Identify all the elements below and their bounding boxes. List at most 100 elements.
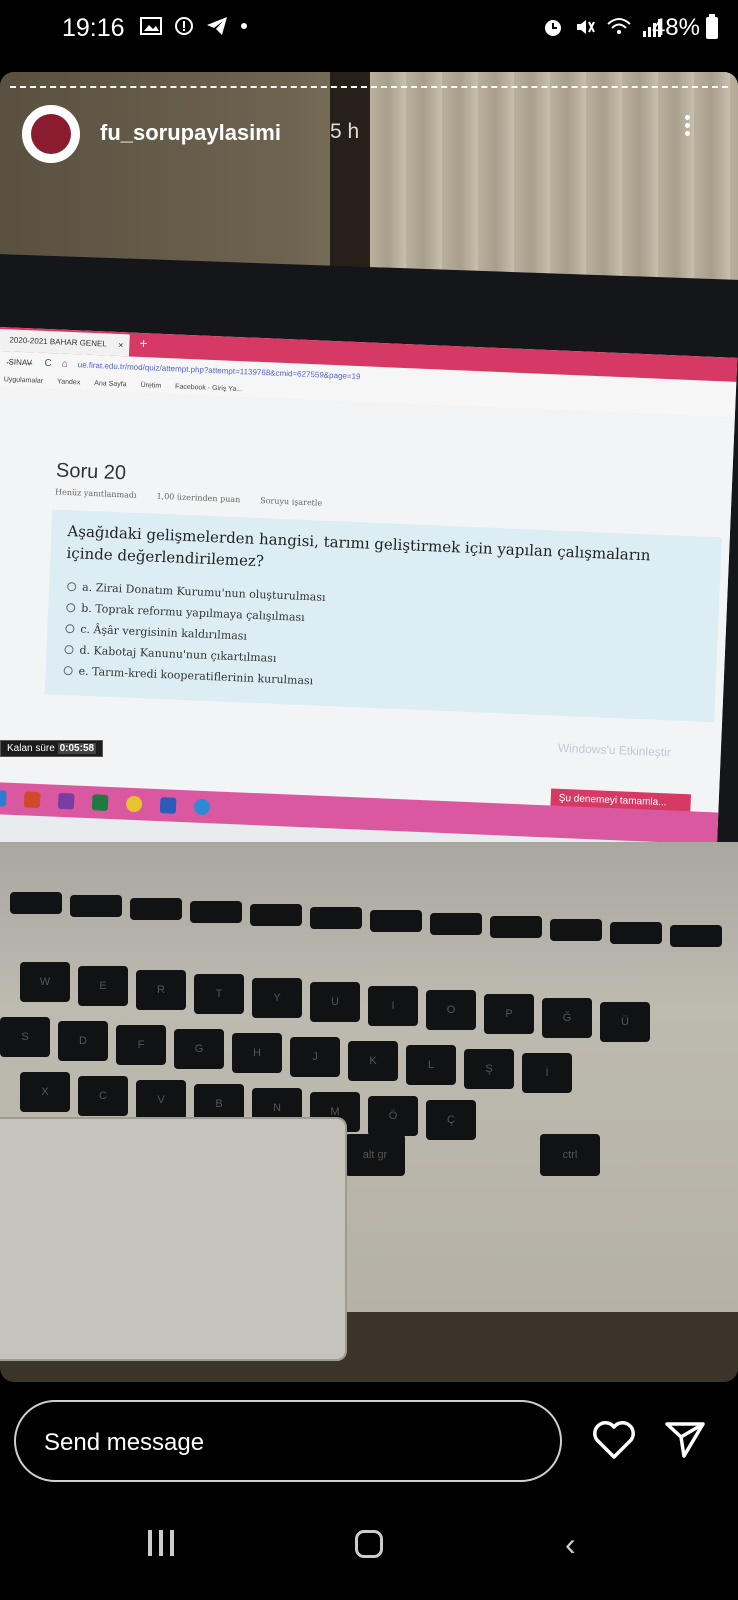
edge-icon (193, 798, 211, 816)
radio-icon (66, 603, 76, 613)
android-nav-bar: ‹ (0, 1522, 738, 1582)
photo-trackpad (0, 1117, 347, 1361)
notification-icons (140, 16, 248, 36)
question-status: Henüz yanıtlanmadı (54, 487, 137, 500)
battery-indicator: 48% (652, 14, 718, 42)
story-image[interactable]: 2020-2021 BAHAR GENEL SINAV × + ← → C ⌂ … (0, 72, 738, 1382)
back-nav-icon[interactable]: ‹ (565, 1526, 576, 1563)
keyboard-key (130, 898, 182, 920)
answer-options: a. Zirai Donatım Kurumu'nun oluşturulmas… (63, 576, 326, 692)
photo-laptop-screen: 2020-2021 BAHAR GENEL SINAV × + ← → C ⌂ … (0, 327, 738, 918)
keyboard-key (310, 907, 362, 929)
keyboard-key: U (310, 982, 360, 1022)
dot-icon (241, 23, 247, 29)
keyboard-key: ctrl (540, 1134, 600, 1176)
photo-keyboard: W E R T Y U I O P Ğ Ü S D F G H J K L Ş İ X C V B N M Ö Çalt gr ctrl (0, 872, 738, 1176)
story-progress-bar (10, 86, 728, 88)
keyboard-key: D (58, 1021, 108, 1061)
keyboard-key: S (0, 1017, 50, 1057)
keyboard-key: G (174, 1029, 224, 1069)
like-heart-icon[interactable] (592, 1420, 636, 1460)
keyboard-key (370, 910, 422, 932)
profile-logo-icon (31, 114, 71, 154)
home-button-icon[interactable] (355, 1530, 383, 1558)
battery-icon (706, 14, 718, 39)
keyboard-key: R (136, 970, 186, 1010)
image-icon (140, 17, 162, 35)
keyboard-key (10, 892, 62, 914)
keyboard-key (550, 919, 602, 941)
keyboard-key: C (78, 1076, 128, 1116)
radio-icon (67, 582, 77, 592)
quiz-timer: Kalan süre 0:05:58 (0, 740, 104, 757)
bookmark-item: Üretim (140, 381, 162, 390)
timer-label: Kalan süre (7, 743, 55, 754)
flag-question: Soruyu işaretle (260, 496, 323, 508)
keyboard-key: İ (522, 1053, 572, 1093)
bookmark-item: Ana Sayfa (94, 379, 127, 388)
windows-activation-watermark: Windows'u Etkinleştir (557, 740, 672, 760)
keyboard-key: P (484, 994, 534, 1034)
keyboard-key: I (368, 986, 418, 1026)
mute-icon (577, 20, 595, 34)
avatar[interactable] (22, 105, 80, 163)
keyboard-key: Ü (600, 1002, 650, 1042)
keyboard-key (430, 913, 482, 935)
send-message-input[interactable]: Send message (14, 1400, 562, 1482)
radio-icon (63, 665, 73, 676)
word-icon (159, 797, 177, 814)
recent-apps-icon[interactable] (148, 1530, 174, 1556)
keyboard-key: Ş (464, 1049, 514, 1089)
timer-value: 0:05:58 (57, 743, 97, 754)
powerpoint-icon (23, 791, 41, 809)
story-footer: Send message ‹ (0, 1382, 738, 1600)
keyboard-key: Ğ (542, 998, 592, 1038)
keyboard-key: K (348, 1041, 398, 1081)
keyboard-key (250, 904, 302, 926)
more-options-icon[interactable] (683, 112, 691, 139)
keyboard-key: T (194, 974, 244, 1014)
keyboard-key: O (426, 990, 476, 1030)
keyboard-key: V (136, 1080, 186, 1120)
question-points: 1,00 üzerinden puan (156, 491, 241, 505)
alert-icon (175, 17, 193, 35)
keyboard-key (190, 901, 242, 923)
home-icon: ⌂ (61, 358, 69, 370)
keyboard-key: Y (252, 978, 302, 1018)
radio-icon (64, 644, 74, 655)
share-send-icon[interactable] (664, 1420, 706, 1460)
keyboard-key (610, 922, 662, 944)
telegram-icon (207, 17, 227, 35)
bookmark-item: Facebook - Giriş Ya... (174, 382, 243, 393)
onenote-icon (57, 792, 75, 810)
reload-icon: C (44, 357, 52, 369)
status-time: 19:16 (62, 14, 125, 42)
keyboard-key: alt gr (345, 1134, 405, 1176)
chrome-icon (125, 795, 143, 813)
story-username[interactable]: fu_sorupaylasimi (100, 120, 281, 146)
send-message-placeholder: Send message (44, 1429, 205, 1456)
keyboard-key: H (232, 1033, 282, 1073)
keyboard-key: X (20, 1072, 70, 1112)
excel-icon (91, 794, 109, 811)
question-box: Aşağıdaki gelişmelerden hangisi, tarımı … (44, 509, 722, 723)
bookmark-item: Yandex (56, 377, 81, 386)
keyboard-key: Ö (368, 1096, 418, 1136)
story-age: 5 h (330, 120, 360, 143)
keyboard-key: F (116, 1025, 166, 1065)
wifi-icon (607, 18, 631, 34)
question-title: Soru 20 (55, 459, 127, 485)
alarm-icon (545, 20, 561, 36)
keyboard-key (70, 895, 122, 917)
new-tab-icon: + (139, 334, 148, 352)
keyboard-key: J (290, 1037, 340, 1077)
outlook-icon (0, 790, 7, 807)
bookmark-item: Uygulamalar (3, 375, 44, 385)
status-bar: 19:16 48% (0, 0, 738, 62)
keyboard-key: L (406, 1045, 456, 1085)
keyboard-key: Ç (426, 1100, 476, 1140)
keyboard-key: E (78, 966, 128, 1006)
keyboard-key: W (20, 962, 70, 1002)
question-meta: Henüz yanıtlanmadı 1,00 üzerinden puan S… (55, 487, 322, 507)
radio-icon (65, 624, 75, 634)
